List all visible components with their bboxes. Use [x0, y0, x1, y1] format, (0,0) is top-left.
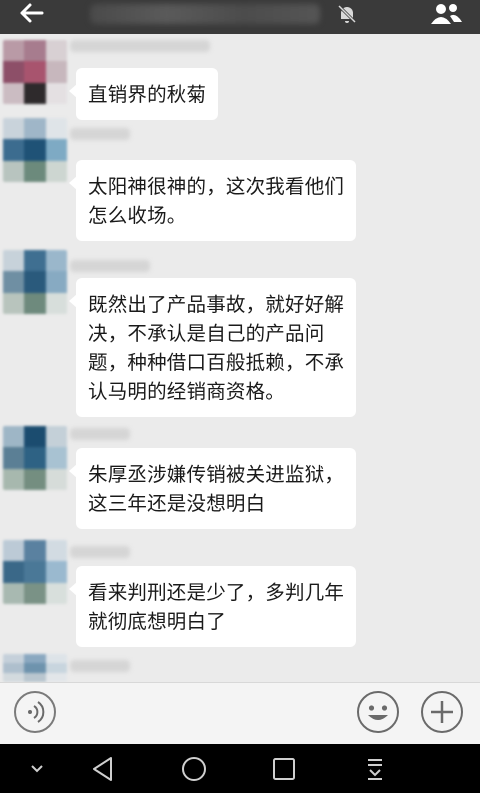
sender-avatar[interactable]	[3, 250, 67, 314]
back-arrow-icon[interactable]	[18, 2, 44, 24]
message-bubble[interactable]: 既然出了产品事故，就好好解 决，不承认是自己的产品问 题，种种借口百般抵赖，不承…	[68, 278, 357, 417]
mute-bell-icon	[337, 4, 357, 24]
sender-avatar[interactable]	[3, 118, 67, 182]
emoji-icon[interactable]	[356, 690, 400, 734]
group-profile-icon[interactable]	[428, 2, 464, 26]
sender-avatar[interactable]	[3, 426, 67, 490]
square-recent-icon[interactable]	[269, 754, 299, 784]
message-bubble[interactable]: 看来判刑还是少了，多判几年 就彻底想明白了	[68, 566, 357, 647]
chat-title	[90, 4, 320, 24]
chevron-down-icon[interactable]	[22, 754, 52, 784]
pull-down-icon[interactable]	[360, 754, 390, 784]
sender-avatar[interactable]	[3, 540, 67, 604]
system-nav-bar	[0, 744, 480, 793]
sender-avatar[interactable]	[3, 654, 67, 682]
sender-name	[70, 546, 130, 558]
sender-name	[70, 128, 130, 140]
sender-name	[70, 260, 150, 272]
voice-input-button[interactable]	[14, 691, 56, 733]
message-list[interactable]: 直销界的秋菊 太阳神很神的，这次我看他们 怎么收场。 既然出了产品事故，就好好解…	[0, 34, 480, 682]
chat-header	[0, 0, 480, 34]
sender-avatar[interactable]	[3, 40, 67, 104]
sender-name	[70, 428, 130, 440]
sender-name	[70, 40, 210, 52]
message-bubble[interactable]: 直销界的秋菊	[68, 68, 219, 120]
message-bubble[interactable]: 朱厚丞涉嫌传销被关进监狱， 这三年还是没想明白	[68, 448, 357, 529]
input-bar	[0, 682, 480, 745]
triangle-back-icon[interactable]	[88, 754, 118, 784]
circle-home-icon[interactable]	[179, 754, 209, 784]
sender-name	[70, 660, 130, 672]
voice-input-icon	[28, 701, 45, 723]
message-bubble[interactable]: 太阳神很神的，这次我看他们 怎么收场。	[68, 160, 357, 241]
plus-icon[interactable]	[420, 690, 464, 734]
